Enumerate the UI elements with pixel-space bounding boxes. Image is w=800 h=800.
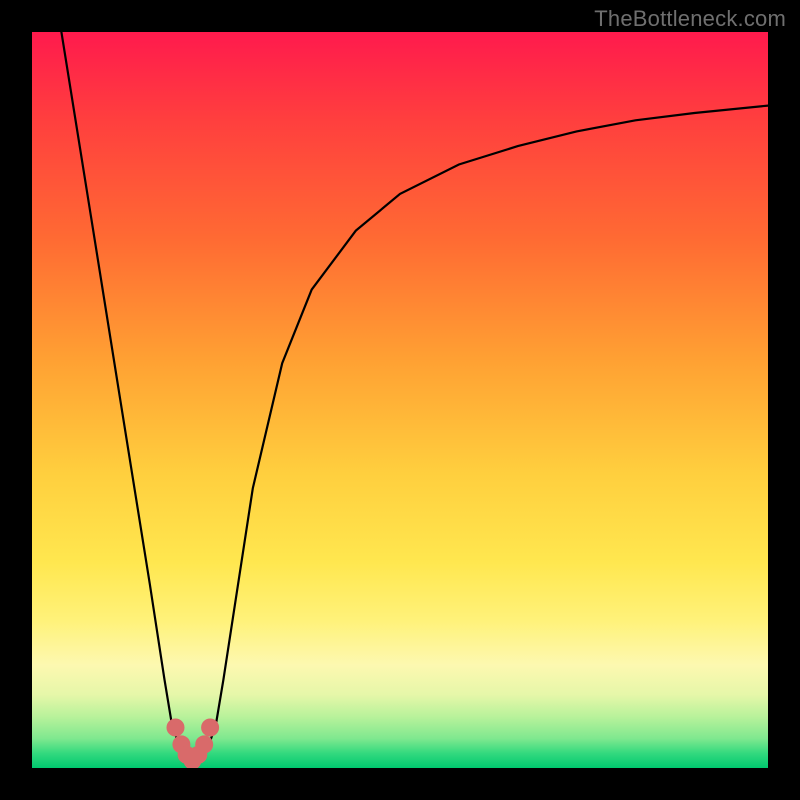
chart-svg [32, 32, 768, 768]
chart-frame: TheBottleneck.com [0, 0, 800, 800]
valley-dot [167, 719, 185, 737]
valley-dot [201, 719, 219, 737]
valley-marker [167, 719, 220, 769]
watermark-text: TheBottleneck.com [594, 6, 786, 32]
plot-area [32, 32, 768, 768]
valley-dot [195, 735, 213, 753]
bottleneck-curve [61, 32, 768, 761]
